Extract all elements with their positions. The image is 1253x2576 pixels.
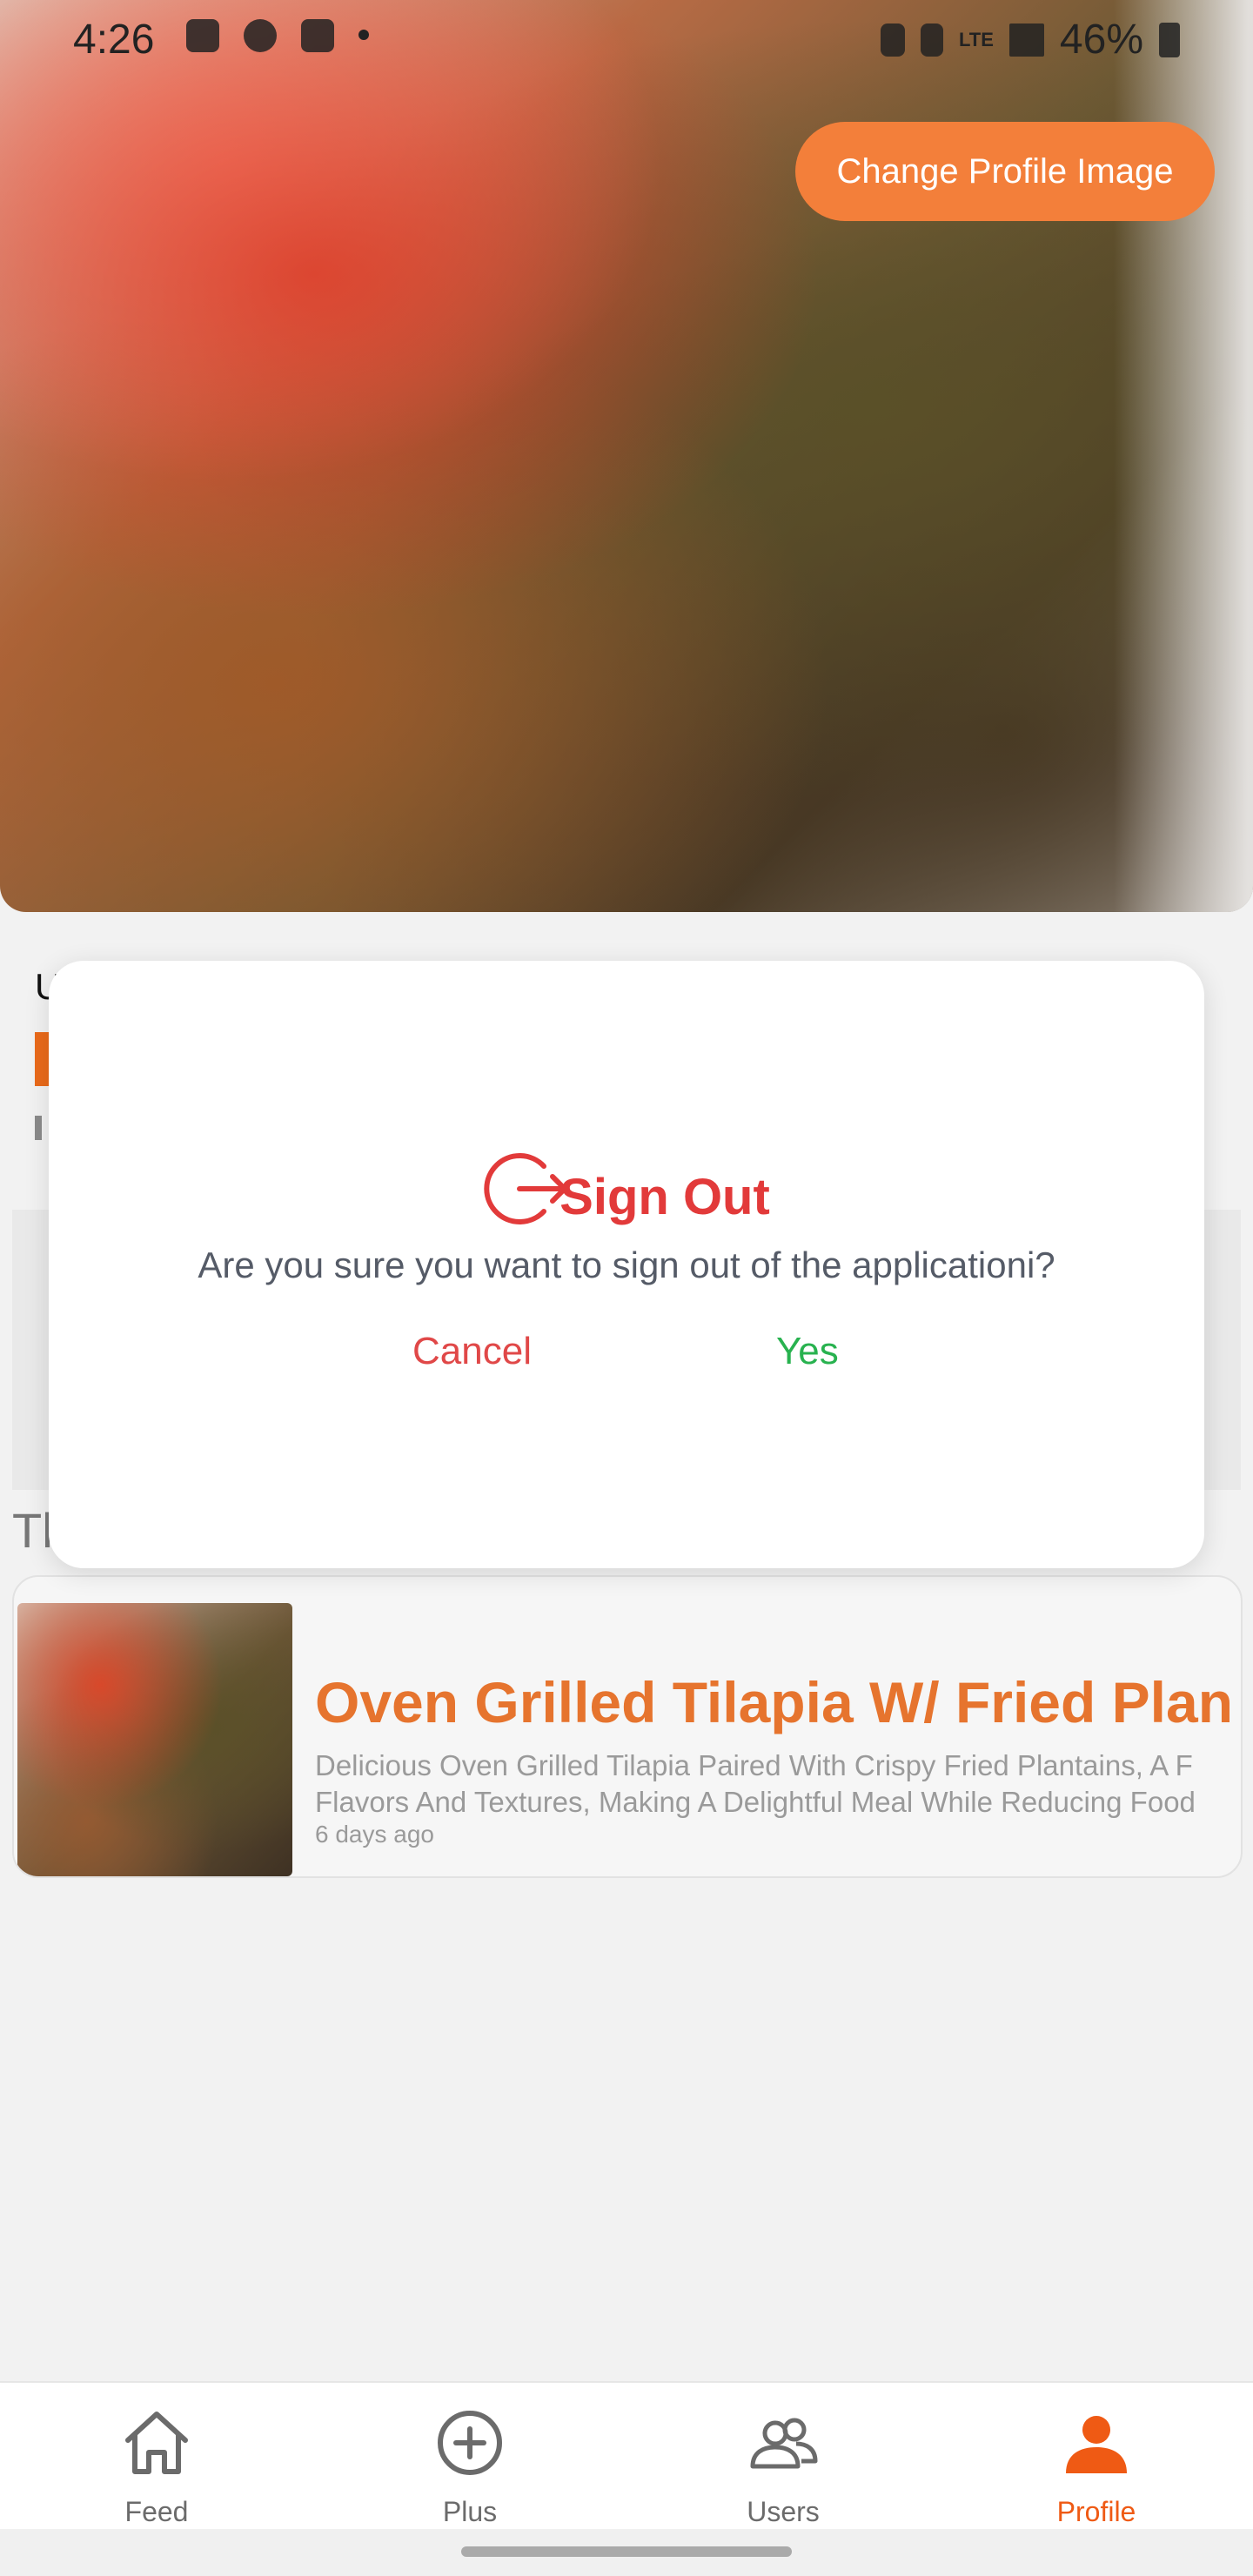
post-time-ago: 6 days ago: [315, 1821, 434, 1848]
status-time: 4:26: [73, 17, 155, 63]
cancel-button[interactable]: Cancel: [412, 1330, 532, 1373]
nav-item-users[interactable]: Users: [626, 2383, 940, 2531]
nav-item-plus[interactable]: Plus: [313, 2383, 626, 2531]
nav-item-profile[interactable]: Profile: [940, 2383, 1253, 2531]
post-description-line-2: Flavors And Textures, Making A Delightfu…: [315, 1786, 1196, 1818]
dialog-title: Sign Out: [559, 1168, 770, 1225]
more-notifications-dot-icon: [358, 30, 369, 40]
change-profile-image-button[interactable]: Change Profile Image: [795, 122, 1215, 221]
nav-item-feed[interactable]: Feed: [0, 2383, 313, 2531]
network-type: LTE: [959, 28, 994, 50]
confirm-sign-out-button[interactable]: Yes: [776, 1330, 839, 1373]
profile-icon: [1066, 2416, 1127, 2473]
status-right: LTE 46%: [881, 16, 1180, 64]
sign-out-dialog: Sign Out Are you sure you want to sign o…: [49, 961, 1204, 1568]
post-thumbnail: [17, 1603, 292, 1876]
nav-label-profile: Profile: [1056, 2496, 1136, 2527]
vibrate-icon: [921, 23, 943, 57]
status-left-icons: [186, 19, 369, 52]
gallery-icon: [186, 19, 219, 52]
profile-subtext-partial: [35, 1116, 42, 1140]
nav-label-plus: Plus: [442, 2496, 498, 2527]
sign-out-icon: [484, 1153, 567, 1224]
plus-circle-icon: [438, 2411, 502, 2475]
post-description: Delicious Oven Grilled Tilapia Paired Wi…: [315, 1748, 1241, 1821]
signal-icon: [1008, 23, 1044, 57]
nav-label-users: Users: [747, 2496, 820, 2527]
nav-label-feed: Feed: [124, 2496, 189, 2527]
battery-icon: [1159, 22, 1180, 57]
home-icon: [125, 2412, 188, 2474]
app-notification-icon: [244, 19, 277, 52]
battery-percent: 46%: [1059, 17, 1143, 63]
users-icon: [750, 2418, 818, 2469]
post-card[interactable]: Oven Grilled Tilapia W/ Fried Plan Delic…: [12, 1575, 1243, 1878]
post-description-line-1: Delicious Oven Grilled Tilapia Paired Wi…: [315, 1749, 1193, 1781]
dialog-header: Sign Out: [49, 1147, 1204, 1231]
home-indicator[interactable]: [461, 2546, 792, 2557]
bottom-navigation: Feed Plus Users Profile: [0, 2381, 1253, 2531]
video-icon: [301, 19, 334, 52]
dialog-message: Are you sure you want to sign out of the…: [198, 1244, 1055, 1285]
status-bar: 4:26 LTE 46%: [0, 0, 1253, 73]
bluetooth-icon: [881, 23, 905, 57]
section-title-partial: Tl: [12, 1503, 53, 1558]
post-title: Oven Grilled Tilapia W/ Fried Plan: [315, 1670, 1234, 1734]
